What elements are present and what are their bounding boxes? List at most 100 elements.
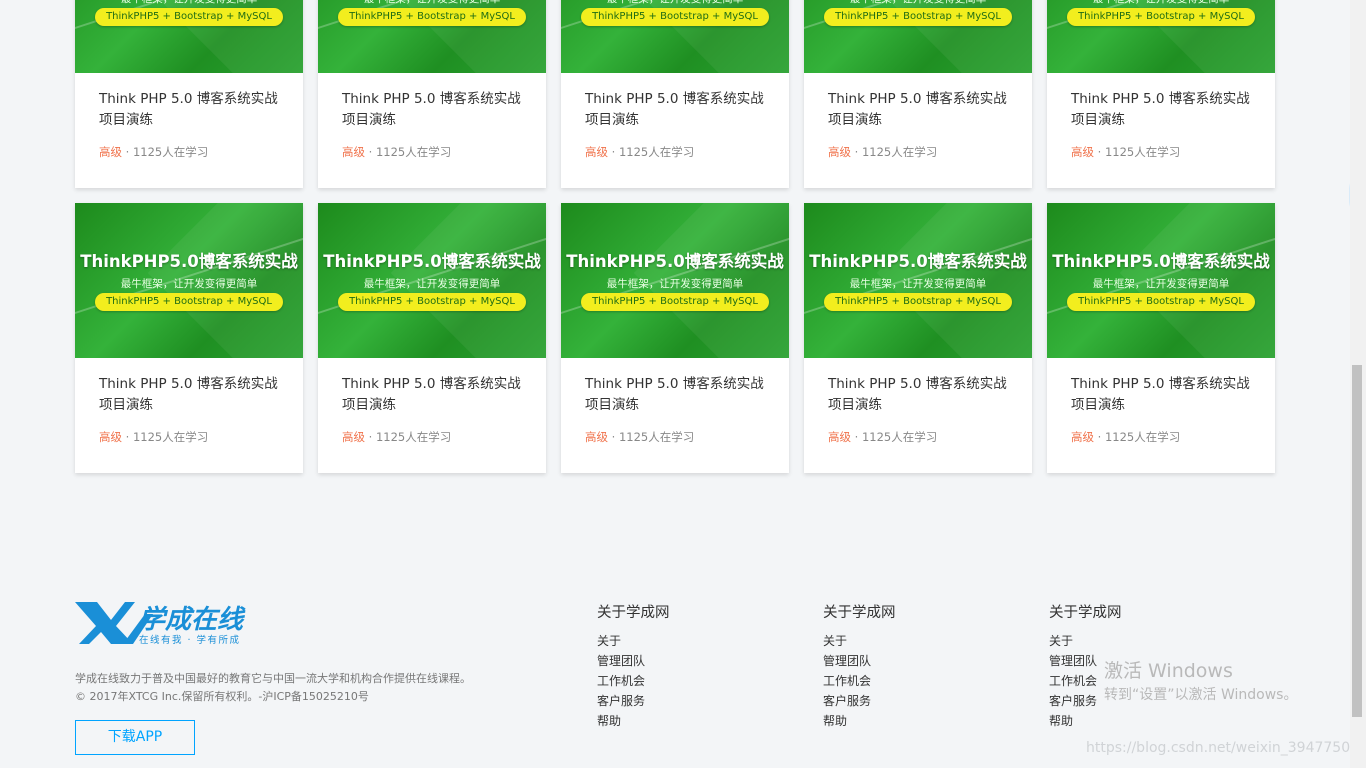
footer-column: 关于学成网关于 管理团队 工作机会 客户服务 帮助 xyxy=(823,601,896,731)
course-thumbnail[interactable]: ThinkPHP5.0博客系统实战最牛框架，让开发变得更简单ThinkPHP5 … xyxy=(318,203,546,358)
thumbnail-subtitle: 最牛框架，让开发变得更简单 xyxy=(318,0,546,6)
thumbnail-subtitle: 最牛框架，让开发变得更简单 xyxy=(849,278,987,290)
thumbnail-title: ThinkPHP5.0博客系统实战 xyxy=(809,252,1027,271)
thumbnail-tech-stack: ThinkPHP5 + Bootstrap + MySQL xyxy=(95,293,283,311)
thumbnail-tech-stack: ThinkPHP5 + Bootstrap + MySQL xyxy=(338,8,526,26)
course-meta: 高级 · 1125人在学习 xyxy=(585,429,694,445)
course-card[interactable]: ThinkPHP5.0博客系统实战最牛框架，让开发变得更简单 ThinkPHP5 … xyxy=(1047,203,1275,473)
course-meta: 高级 · 1125人在学习 xyxy=(828,144,937,160)
course-card[interactable]: ThinkPHP5.0博客系统实战最牛框架，让开发变得更简单ThinkPHP5 … xyxy=(75,203,303,473)
footer-link[interactable]: 管理团队 xyxy=(823,651,896,671)
thumbnail-subtitle: 最牛框架，让开发变得更简单 xyxy=(606,278,744,290)
activate-windows-hint: 转到“设置”以激活 Windows。 xyxy=(1104,687,1298,703)
thumbnail-subtitle: 最牛框架，让开发变得更简单 xyxy=(75,0,303,6)
footer-link[interactable]: 客户服务 xyxy=(597,691,670,711)
logo-text: 学成在线 xyxy=(139,605,246,635)
thumbnail-subtitle: 最牛框架，让开发变得更简单 xyxy=(120,278,258,290)
course-card[interactable]: ThinkPHP5.0博客系统实战最牛框架，让开发变得更简单ThinkPHP5 … xyxy=(318,0,546,188)
course-level: 高级 xyxy=(99,430,122,444)
course-thumbnail[interactable]: ThinkPHP5.0博客系统实战最牛框架，让开发变得更简单 ThinkPHP5 … xyxy=(804,203,1032,358)
course-title[interactable]: Think PHP 5.0 博客系统实战项目演练 xyxy=(1071,374,1261,416)
thumbnail-subtitle: 最牛框架，让开发变得更简单 xyxy=(1092,278,1230,290)
course-card[interactable]: ThinkPHP5.0博客系统实战最牛框架，让开发变得更简单ThinkPHP5 … xyxy=(75,0,303,188)
footer-column-heading: 关于学成网 xyxy=(823,605,896,621)
activate-windows-title: 激活 Windows xyxy=(1104,660,1233,682)
thumbnail-tech-stack: ThinkPHP5 + Bootstrap + MySQL xyxy=(824,8,1012,26)
footer-link[interactable]: 帮助 xyxy=(823,711,896,731)
course-learners: · 1125人在学习 xyxy=(851,145,938,159)
footer-link[interactable]: 工作机会 xyxy=(597,671,670,691)
course-level: 高级 xyxy=(1071,430,1094,444)
thumbnail-tech-stack: ThinkPHP5 + Bootstrap + MySQL xyxy=(338,293,526,311)
course-meta: 高级 · 1125人在学习 xyxy=(1071,429,1180,445)
course-level: 高级 xyxy=(828,145,851,159)
course-card[interactable]: ThinkPHP5.0博客系统实战最牛框架，让开发变得更简单ThinkPHP5 … xyxy=(318,203,546,473)
footer-link[interactable]: 关于 xyxy=(1049,631,1122,651)
footer-link[interactable]: 帮助 xyxy=(1049,711,1122,731)
course-learners: · 1125人在学习 xyxy=(365,145,452,159)
thumbnail-tech-stack: ThinkPHP5 + Bootstrap + MySQL xyxy=(824,293,1012,311)
course-thumbnail[interactable]: ThinkPHP5.0博客系统实战最牛框架，让开发变得更简单ThinkPHP5 … xyxy=(561,0,789,73)
course-learners: · 1125人在学习 xyxy=(851,430,938,444)
course-level: 高级 xyxy=(828,430,851,444)
course-thumbnail[interactable]: ThinkPHP5.0博客系统实战最牛框架，让开发变得更简单ThinkPHP5 … xyxy=(804,0,1032,73)
course-level: 高级 xyxy=(585,145,608,159)
footer-link[interactable]: 管理团队 xyxy=(597,651,670,671)
footer-link[interactable]: 工作机会 xyxy=(823,671,896,691)
thumbnail-tech-stack: ThinkPHP5 + Bootstrap + MySQL xyxy=(95,8,283,26)
course-learners: · 1125人在学习 xyxy=(365,430,452,444)
footer-description: 学成在线致力于普及中国最好的教育它与中国一流大学和机构合作提供在线课程。 xyxy=(75,672,471,685)
course-level: 高级 xyxy=(1071,145,1094,159)
thumbnail-title: ThinkPHP5.0博客系统实战 xyxy=(1052,252,1270,271)
footer-link[interactable]: 客户服务 xyxy=(823,691,896,711)
course-learners: · 1125人在学习 xyxy=(122,145,209,159)
course-title[interactable]: Think PHP 5.0 博客系统实战项目演练 xyxy=(342,374,532,416)
logo-slogan: 在线有我 · 学有所成 xyxy=(139,634,241,646)
course-title[interactable]: Think PHP 5.0 博客系统实战项目演练 xyxy=(828,374,1018,416)
course-level: 高级 xyxy=(342,430,365,444)
course-card[interactable]: ThinkPHP5.0博客系统实战最牛框架，让开发变得更简单ThinkPHP5 … xyxy=(804,0,1032,188)
course-title[interactable]: Think PHP 5.0 博客系统实战项目演练 xyxy=(828,89,1018,131)
course-card[interactable]: ThinkPHP5.0博客系统实战最牛框架，让开发变得更简单 ThinkPHP5 … xyxy=(804,203,1032,473)
scrollbar-thumb[interactable] xyxy=(1352,365,1362,717)
course-title[interactable]: Think PHP 5.0 博客系统实战项目演练 xyxy=(585,374,775,416)
thumbnail-subtitle: 最牛框架，让开发变得更简单 xyxy=(363,278,501,290)
course-title[interactable]: Think PHP 5.0 博客系统实战项目演练 xyxy=(585,89,775,131)
thumbnail-tech-stack: ThinkPHP5 + Bootstrap + MySQL xyxy=(1067,293,1255,311)
course-thumbnail[interactable]: ThinkPHP5.0博客系统实战最牛框架，让开发变得更简单ThinkPHP5 … xyxy=(1047,0,1275,73)
course-title[interactable]: Think PHP 5.0 博客系统实战项目演练 xyxy=(99,89,289,131)
xuecheng-logo[interactable]: 学成在线 在线有我 · 学有所成 xyxy=(75,600,275,648)
footer-column-heading: 关于学成网 xyxy=(597,605,670,621)
thumbnail-subtitle: 最牛框架，让开发变得更简单 xyxy=(561,0,789,6)
course-title[interactable]: Think PHP 5.0 博客系统实战项目演练 xyxy=(99,374,289,416)
course-thumbnail[interactable]: ThinkPHP5.0博客系统实战最牛框架，让开发变得更简单ThinkPHP5 … xyxy=(75,0,303,73)
course-thumbnail[interactable]: ThinkPHP5.0博客系统实战最牛框架，让开发变得更简单ThinkPHP5 … xyxy=(75,203,303,358)
course-card[interactable]: ThinkPHP5.0博客系统实战最牛框架，让开发变得更简单ThinkPHP5 … xyxy=(1047,0,1275,188)
footer-copyright: © 2017年XTCG Inc.保留所有权利。-沪ICP备15025210号 xyxy=(75,690,369,703)
course-meta: 高级 · 1125人在学习 xyxy=(828,429,937,445)
course-title[interactable]: Think PHP 5.0 博客系统实战项目演练 xyxy=(1071,89,1261,131)
course-learners: · 1125人在学习 xyxy=(1094,145,1181,159)
course-meta: 高级 · 1125人在学习 xyxy=(1071,144,1180,160)
course-thumbnail[interactable]: ThinkPHP5.0博客系统实战最牛框架，让开发变得更简单ThinkPHP5 … xyxy=(318,0,546,73)
course-learners: · 1125人在学习 xyxy=(608,430,695,444)
course-thumbnail[interactable]: ThinkPHP5.0博客系统实战最牛框架，让开发变得更简单 ThinkPHP5 … xyxy=(561,203,789,358)
course-thumbnail[interactable]: ThinkPHP5.0博客系统实战最牛框架，让开发变得更简单 ThinkPHP5 … xyxy=(1047,203,1275,358)
course-card[interactable]: ThinkPHP5.0博客系统实战最牛框架，让开发变得更简单 ThinkPHP5 … xyxy=(561,203,789,473)
footer-link[interactable]: 帮助 xyxy=(597,711,670,731)
course-level: 高级 xyxy=(342,145,365,159)
course-meta: 高级 · 1125人在学习 xyxy=(342,429,451,445)
course-meta: 高级 · 1125人在学习 xyxy=(99,144,208,160)
thumbnail-tech-stack: ThinkPHP5 + Bootstrap + MySQL xyxy=(581,293,769,311)
thumbnail-title: ThinkPHP5.0博客系统实战 xyxy=(566,252,784,271)
download-app-button[interactable]: 下载APP xyxy=(75,720,195,755)
thumbnail-subtitle: 最牛框架，让开发变得更简单 xyxy=(804,0,1032,6)
course-learners: · 1125人在学习 xyxy=(608,145,695,159)
course-title[interactable]: Think PHP 5.0 博客系统实战项目演练 xyxy=(342,89,532,131)
footer-link[interactable]: 关于 xyxy=(823,631,896,651)
thumbnail-tech-stack: ThinkPHP5 + Bootstrap + MySQL xyxy=(1067,8,1255,26)
footer-link[interactable]: 关于 xyxy=(597,631,670,651)
course-card[interactable]: ThinkPHP5.0博客系统实战最牛框架，让开发变得更简单ThinkPHP5 … xyxy=(561,0,789,188)
blog-url-watermark: https://blog.csdn.net/weixin_39477501 xyxy=(1086,740,1360,756)
thumbnail-tech-stack: ThinkPHP5 + Bootstrap + MySQL xyxy=(581,8,769,26)
